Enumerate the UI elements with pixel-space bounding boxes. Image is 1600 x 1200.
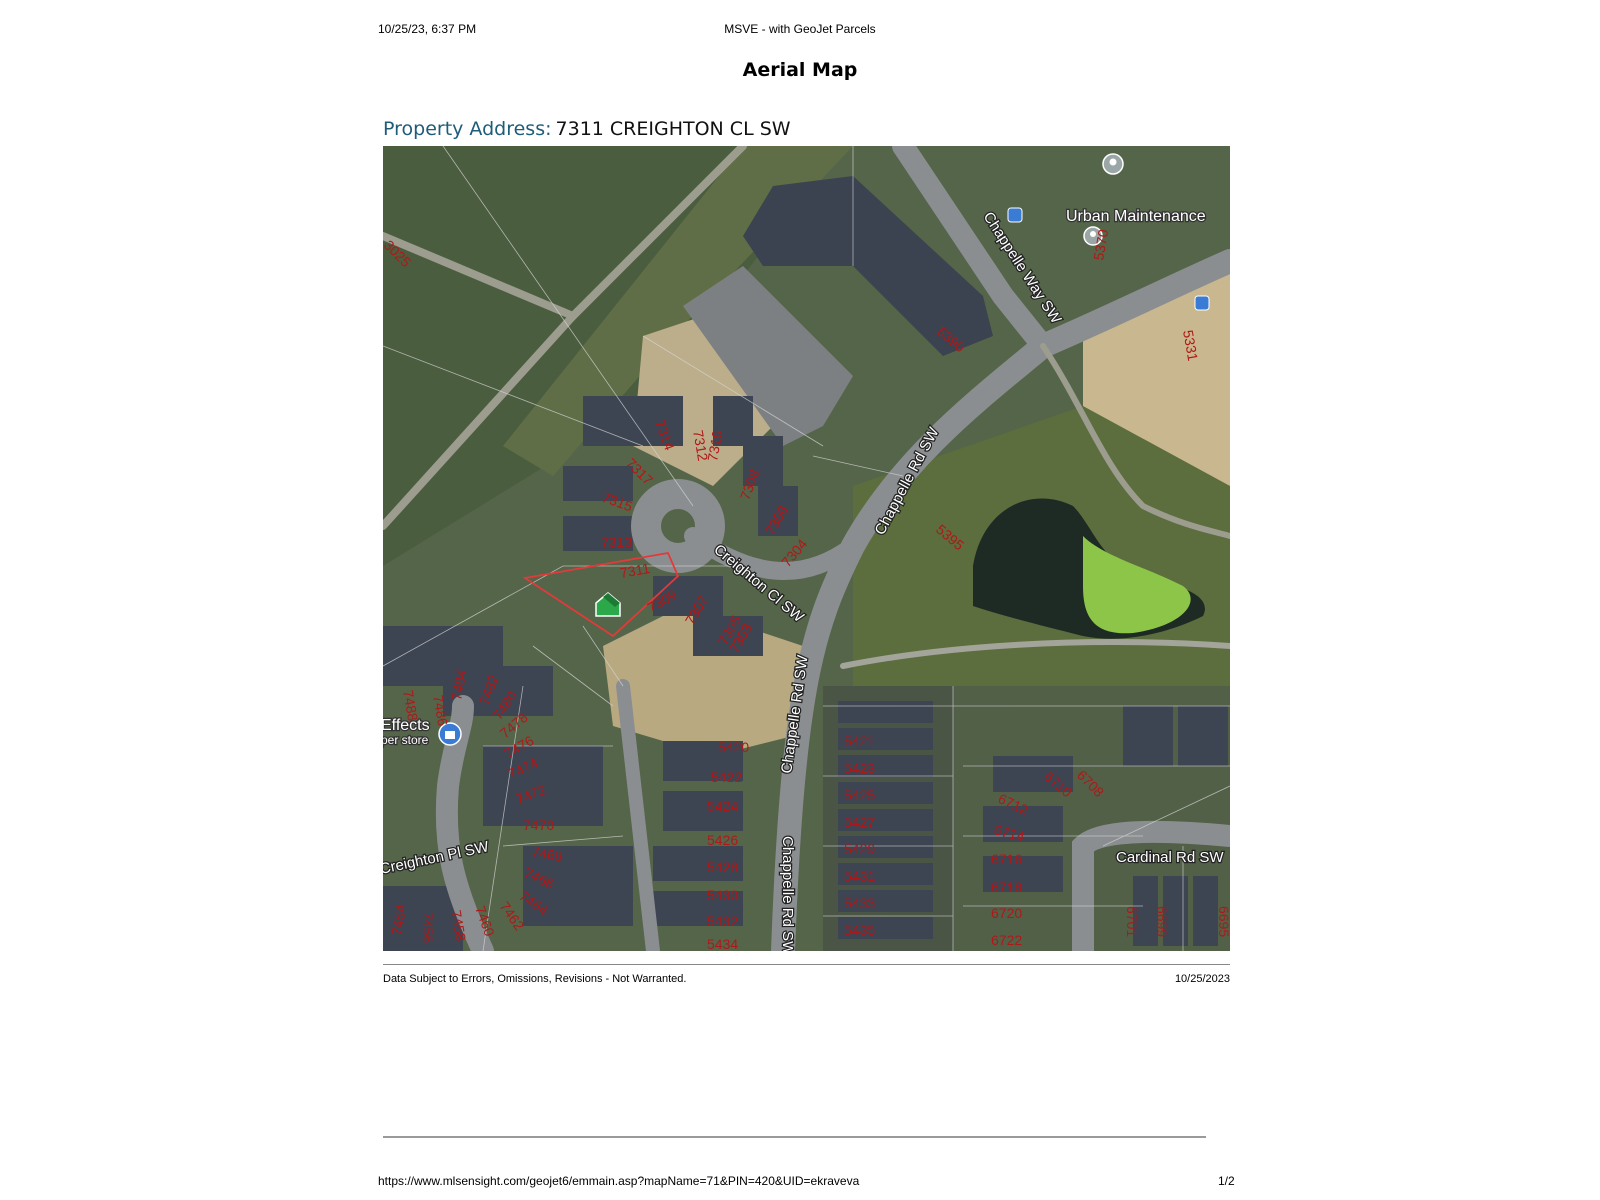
lot-number: 5424	[707, 798, 738, 814]
lot-number: 6716	[991, 851, 1022, 867]
lot-number: 6701	[1124, 906, 1140, 937]
location-pin-icon	[1102, 153, 1124, 175]
poi-label: per store	[383, 733, 429, 747]
lot-number: 6722	[991, 932, 1022, 948]
window-title: MSVE - with GeoJet Parcels	[724, 22, 876, 36]
aerial-map[interactable]: Chappelle Way SW Chappelle Rd SW Creight…	[383, 146, 1230, 951]
lot-number: 5433	[844, 895, 875, 911]
report-date: 10/25/2023	[1174, 973, 1230, 985]
lot-number: 5432	[707, 913, 738, 929]
divider	[383, 964, 1230, 965]
lot-number: 5425	[844, 787, 875, 803]
lot-number: 5428	[707, 859, 738, 875]
lot-number: 7470	[523, 817, 554, 833]
shopping-bag-icon	[438, 722, 462, 746]
lot-number: 5434	[707, 936, 738, 951]
bus-stop-icon	[1194, 295, 1210, 311]
page-url: https://www.mlsensight.com/geojet6/emmai…	[378, 1174, 860, 1188]
lot-number: 5422	[711, 769, 742, 785]
lot-number: 5435	[844, 922, 875, 938]
lot-number: 5431	[844, 868, 875, 884]
property-address: Property Address: 7311 CREIGHTON CL SW	[383, 118, 791, 140]
street-label: Chappelle Rd SW	[779, 836, 796, 951]
bus-stop-icon	[1007, 207, 1023, 223]
page-number: 1/2	[1218, 1174, 1235, 1188]
lot-number: 5429	[844, 841, 875, 857]
address-label: Property Address:	[383, 118, 552, 140]
lot-number: 7456	[420, 912, 436, 943]
lot-number: 6718	[991, 879, 1022, 895]
lot-number: 7313	[601, 534, 632, 550]
lot-number: 5426	[707, 832, 738, 848]
street-label: Cardinal Rd SW	[1116, 849, 1224, 866]
lot-number: 5430	[707, 887, 738, 903]
poi-label: Urban Maintenance	[1066, 208, 1206, 225]
lot-number: 5423	[844, 760, 875, 776]
page-title: Aerial Map	[742, 59, 858, 81]
lot-number: 5427	[844, 814, 875, 830]
divider	[383, 1136, 1206, 1138]
lot-number: 5420	[718, 739, 749, 755]
lot-number: 5421	[844, 733, 875, 749]
lot-number: 6699	[1154, 906, 1170, 937]
lot-number: 6695	[1216, 906, 1230, 937]
lot-number: 6720	[991, 905, 1022, 921]
address-value: 7311 CREIGHTON CL SW	[555, 118, 791, 140]
